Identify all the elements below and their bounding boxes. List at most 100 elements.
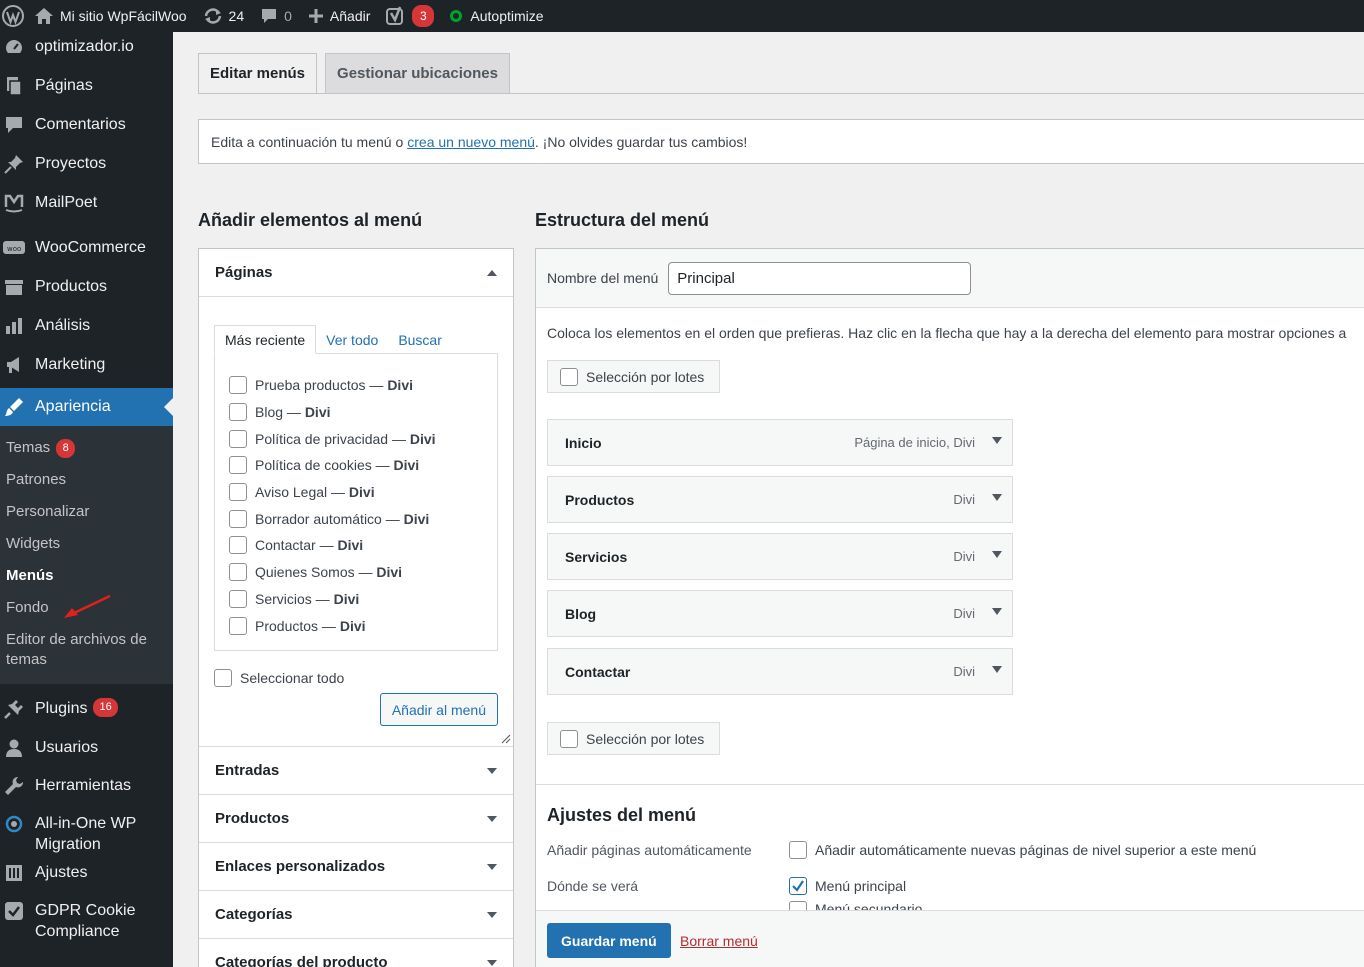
yoast-link[interactable]: 3 [378,0,442,32]
menu-structure-panel: Nombre del menú Principal Coloca los ele… [535,248,1364,967]
page-checkbox[interactable] [229,456,247,475]
submenu-editor-archivos[interactable]: Editor de archivos de temas [0,624,173,676]
sidebar-item-ajustes[interactable]: Ajustes [0,853,173,891]
add-to-menu-button[interactable]: Añadir al menú [379,693,498,726]
sidebar-item-mailpoet[interactable]: MailPoet [0,181,173,220]
accordion-section-header[interactable]: Categorías [199,891,513,939]
sidebar-item-productos[interactable]: Productos [0,265,173,304]
page-checkbox-row[interactable]: Servicios — Divi [229,586,483,613]
expand-arrow-icon[interactable] [992,551,1002,558]
submenu-temas[interactable]: Temas 8 [0,432,173,464]
page-checkbox-row[interactable]: Política de cookies — Divi [229,452,483,479]
page-separator: — [311,590,334,607]
add-new-link[interactable]: Añadir [300,0,378,32]
submenu-widgets[interactable]: Widgets [0,528,173,560]
page-checkbox-row[interactable]: Aviso Legal — Divi [229,479,483,506]
sidebar-item-woocommerce[interactable]: woo WooCommerce [0,220,173,265]
page-checkbox[interactable] [229,536,247,555]
expand-arrow-icon[interactable] [992,494,1002,501]
submenu-menus[interactable]: Menús [0,560,173,592]
sidebar-item-migration[interactable]: All-in-One WP Migration [0,804,173,853]
menu-item-bar[interactable]: Servicios Divi [547,533,1013,580]
page-checkbox-row[interactable]: Blog — Divi [229,399,483,426]
location-primary-option[interactable]: Menú principal [789,877,906,895]
expand-arrow-icon[interactable] [992,608,1002,615]
menu-name-input[interactable]: Principal [668,261,972,295]
autoptimize-link[interactable]: Autoptimize [442,0,551,32]
menu-item-meta: Página de inicio, Divi [854,435,1002,450]
refresh-icon [203,7,223,25]
menu-item-meta: Divi [953,606,1002,621]
menu-item-bar[interactable]: Inicio Página de inicio, Divi [547,419,1013,466]
auto-add-option[interactable]: Añadir automáticamente nuevas páginas de… [789,841,1256,859]
page-checkbox[interactable] [229,483,247,502]
page-checkbox-row[interactable]: Contactar — Divi [229,532,483,559]
site-name-link[interactable]: Mi sitio WpFácilWoo [26,0,195,32]
menu-item-bar[interactable]: Productos Divi [547,476,1013,523]
page-checkbox-row[interactable]: Quienes Somos — Divi [229,559,483,586]
accordion-section-header[interactable]: Enlaces personalizados [199,843,513,891]
comment-bubble-icon [260,7,278,25]
sidebar-item-marketing[interactable]: Marketing [0,343,173,382]
sidebar-item-p-ginas[interactable]: Páginas [0,64,173,103]
tab-buscar[interactable]: Buscar [388,325,452,354]
bulk-select-checkbox[interactable] [560,367,578,386]
submenu-patrones[interactable]: Patrones [0,464,173,496]
page-checkbox[interactable] [229,589,247,608]
sidebar-item-plugins[interactable]: Plugins 16 [0,690,173,728]
archive-icon [3,276,25,298]
plugin-icon [3,698,25,720]
tab-ver-todo[interactable]: Ver todo [316,325,388,354]
accordion-section-header[interactable]: Productos [199,795,513,843]
bulk-select-bottom[interactable]: Selección por lotes [547,722,720,755]
sidebar-item-label: Plugins [35,700,88,717]
page-separator: — [388,430,410,447]
location-secondary-checkbox[interactable] [789,901,807,910]
comments-link[interactable]: 0 [252,0,300,32]
sidebar-item-an-lisis[interactable]: Análisis [0,304,173,343]
sidebar-item-optimizador-io[interactable]: optimizador.io [0,32,173,64]
auto-add-checkbox[interactable] [789,841,807,859]
page-checkbox[interactable] [229,403,247,422]
page-checkbox[interactable] [229,616,247,635]
accordion-pages-header[interactable]: Páginas [199,249,513,297]
sidebar-item-usuarios[interactable]: Usuarios [0,728,173,766]
resize-grip-icon[interactable] [501,734,511,744]
menu-item-bar[interactable]: Blog Divi [547,590,1013,637]
page-checkbox-row[interactable]: Borrador automático — Divi [229,505,483,532]
page-checkbox-row[interactable]: Política de privacidad — Divi [229,425,483,452]
location-secondary-option[interactable]: Menú secundario [789,901,922,910]
tab-editar-menus[interactable]: Editar menús [198,53,318,94]
accordion-label: Entradas [215,762,280,779]
location-primary-checkbox[interactable] [789,877,807,895]
accordion-section-header[interactable]: Entradas [199,747,513,795]
page-checkbox[interactable] [229,509,247,528]
expand-arrow-icon[interactable] [992,666,1002,673]
menu-name-label: Nombre del menú [547,270,659,286]
save-menu-button[interactable]: Guardar menú [547,923,671,958]
accordion-section-header[interactable]: Categorías del producto [199,939,513,967]
sidebar-item-apariencia[interactable]: Apariencia [0,388,173,426]
sidebar-item-proyectos[interactable]: Proyectos [0,142,173,181]
tab-mas-reciente[interactable]: Más reciente [214,325,317,354]
submenu-personalizar[interactable]: Personalizar [0,496,173,528]
sidebar-item-herramientas[interactable]: Herramientas [0,766,173,804]
page-checkbox-row[interactable]: Prueba productos — Divi [229,372,483,399]
sidebar-item-comentarios[interactable]: Comentarios [0,103,173,142]
create-new-menu-link[interactable]: crea un nuevo menú [407,134,535,150]
page-checkbox[interactable] [229,376,247,395]
page-checkbox[interactable] [229,429,247,448]
sidebar-item-gdpr[interactable]: GDPR Cookie Compliance [0,891,173,940]
expand-arrow-icon[interactable] [992,437,1002,444]
menu-item-bar[interactable]: Contactar Divi [547,648,1013,695]
page-checkbox[interactable] [229,563,247,582]
bulk-select-top[interactable]: Selección por lotes [547,360,720,393]
select-all-checkbox[interactable] [214,669,232,687]
updates-link[interactable]: 24 [195,0,253,32]
wordpress-logo-icon[interactable] [0,0,26,32]
page-checkbox-row[interactable]: Productos — Divi [229,612,483,639]
bulk-select-checkbox[interactable] [560,729,578,748]
tab-gestionar-ubicaciones[interactable]: Gestionar ubicaciones [325,53,510,93]
delete-menu-link[interactable]: Borrar menú [680,933,758,949]
select-all-row[interactable]: Seleccionar todo [214,669,498,687]
